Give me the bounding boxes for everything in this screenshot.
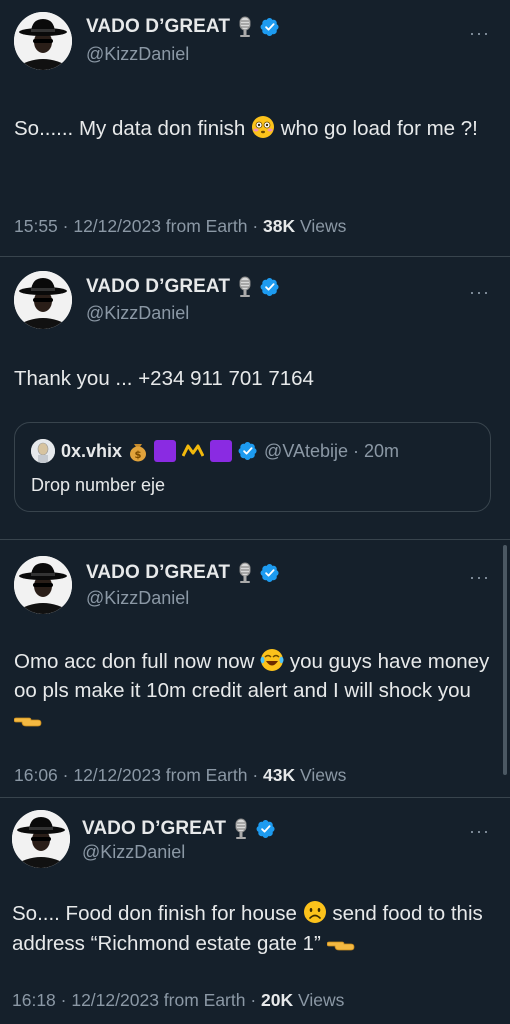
- tweet-3[interactable]: VADO D’GREAT @KizzDaniel ··· Omo acc don…: [0, 540, 510, 796]
- scrollbar[interactable]: [503, 545, 507, 775]
- timestamp[interactable]: 16:18 · 12/12/2023 from Earth ·: [12, 990, 256, 1010]
- pointing-left-hand-emoji-icon: [327, 936, 355, 952]
- tweet-text: Thank you ... +234 911 701 7164: [14, 367, 314, 390]
- views-label: Views: [298, 990, 345, 1010]
- flushed-face-emoji-icon: [252, 116, 275, 138]
- timestamp[interactable]: 16:06 · 12/12/2023 from Earth ·: [14, 765, 258, 785]
- avatar[interactable]: [12, 810, 70, 868]
- author-name[interactable]: VADO D’GREAT: [82, 818, 226, 840]
- purple-square-icon: [210, 440, 233, 462]
- more-options-icon[interactable]: ···: [469, 24, 490, 42]
- timestamp[interactable]: 15:55 · 12/12/2023 from Earth ·: [14, 216, 258, 236]
- verified-badge-icon: [260, 277, 280, 297]
- quoted-avatar: [31, 439, 55, 463]
- more-options-icon[interactable]: ···: [469, 568, 490, 586]
- microphone-icon: [236, 16, 254, 38]
- svg-text:$: $: [135, 450, 142, 461]
- author-row: VADO D’GREAT: [82, 818, 276, 840]
- quoted-author-handle[interactable]: @VAtebije · 20m: [264, 441, 399, 462]
- tweet-text-part: So.... Food don finish for house: [12, 902, 297, 925]
- author-handle[interactable]: @KizzDaniel: [86, 44, 189, 65]
- tweet-text-part: who go load for me ?!: [280, 117, 478, 140]
- author-handle[interactable]: @KizzDaniel: [86, 303, 189, 324]
- quoted-tweet-text: Drop number eje: [31, 475, 166, 495]
- verified-badge-icon: [260, 563, 280, 583]
- more-options-icon[interactable]: ···: [469, 283, 490, 301]
- tweet-text: So...... My data don finish who go load …: [14, 114, 494, 144]
- tweet-text: Omo acc don full now now you guys have m…: [14, 647, 494, 734]
- author-handle[interactable]: @KizzDaniel: [86, 588, 189, 609]
- quoted-author-name[interactable]: 0x.vhix: [61, 441, 122, 462]
- quoted-tweet[interactable]: 0x.vhix $ @VAtebije · 20m Drop number ej…: [14, 422, 491, 512]
- tweet-text-part: Omo acc don full now now: [14, 650, 255, 673]
- microphone-icon: [236, 276, 254, 298]
- views-count[interactable]: 43K: [263, 765, 295, 785]
- zigzag-icon: [182, 444, 205, 457]
- quoted-tweet-header: 0x.vhix $ @VAtebije · 20m: [31, 439, 399, 463]
- author-name[interactable]: VADO D’GREAT: [86, 562, 230, 584]
- verified-badge-icon: [238, 441, 258, 461]
- purple-square-icon: [154, 440, 177, 462]
- tweet-text-part: So...... My data don finish: [14, 117, 246, 140]
- views-label: Views: [300, 216, 347, 236]
- tweet-meta: 15:55 · 12/12/2023 from Earth · 38K View…: [14, 216, 346, 237]
- views-label: Views: [300, 765, 347, 785]
- author-row: VADO D’GREAT: [86, 562, 280, 584]
- tears-of-joy-emoji-icon: [260, 649, 284, 671]
- verified-badge-icon: [256, 819, 276, 839]
- author-row: VADO D’GREAT: [86, 16, 280, 38]
- tweet-text: So.... Food don finish for house send fo…: [12, 899, 492, 959]
- views-count[interactable]: 38K: [263, 216, 295, 236]
- tweet-4[interactable]: VADO D’GREAT @KizzDaniel ··· So.... Food…: [0, 798, 510, 1024]
- author-name[interactable]: VADO D’GREAT: [86, 276, 230, 298]
- avatar[interactable]: [14, 12, 72, 70]
- avatar[interactable]: [14, 556, 72, 614]
- tweet-2[interactable]: VADO D’GREAT @KizzDaniel ··· Thank you .…: [0, 257, 510, 539]
- author-handle[interactable]: @KizzDaniel: [82, 842, 185, 863]
- avatar[interactable]: [14, 271, 72, 329]
- microphone-icon: [236, 562, 254, 584]
- verified-badge-icon: [260, 17, 280, 37]
- money-bag-icon: $: [130, 444, 147, 462]
- microphone-icon: [232, 818, 250, 840]
- author-name[interactable]: VADO D’GREAT: [86, 16, 230, 38]
- pointing-left-hand-emoji-icon: [14, 712, 42, 728]
- tweet-meta: 16:06 · 12/12/2023 from Earth · 43K View…: [14, 765, 346, 786]
- author-row: VADO D’GREAT: [86, 276, 280, 298]
- frowning-face-emoji-icon: [303, 901, 326, 923]
- more-options-icon[interactable]: ···: [469, 822, 490, 840]
- tweet-1[interactable]: VADO D’GREAT @KizzDaniel ··· So...... My…: [0, 0, 510, 255]
- tweet-meta: 16:18 · 12/12/2023 from Earth · 20K View…: [12, 990, 344, 1011]
- views-count[interactable]: 20K: [261, 990, 293, 1010]
